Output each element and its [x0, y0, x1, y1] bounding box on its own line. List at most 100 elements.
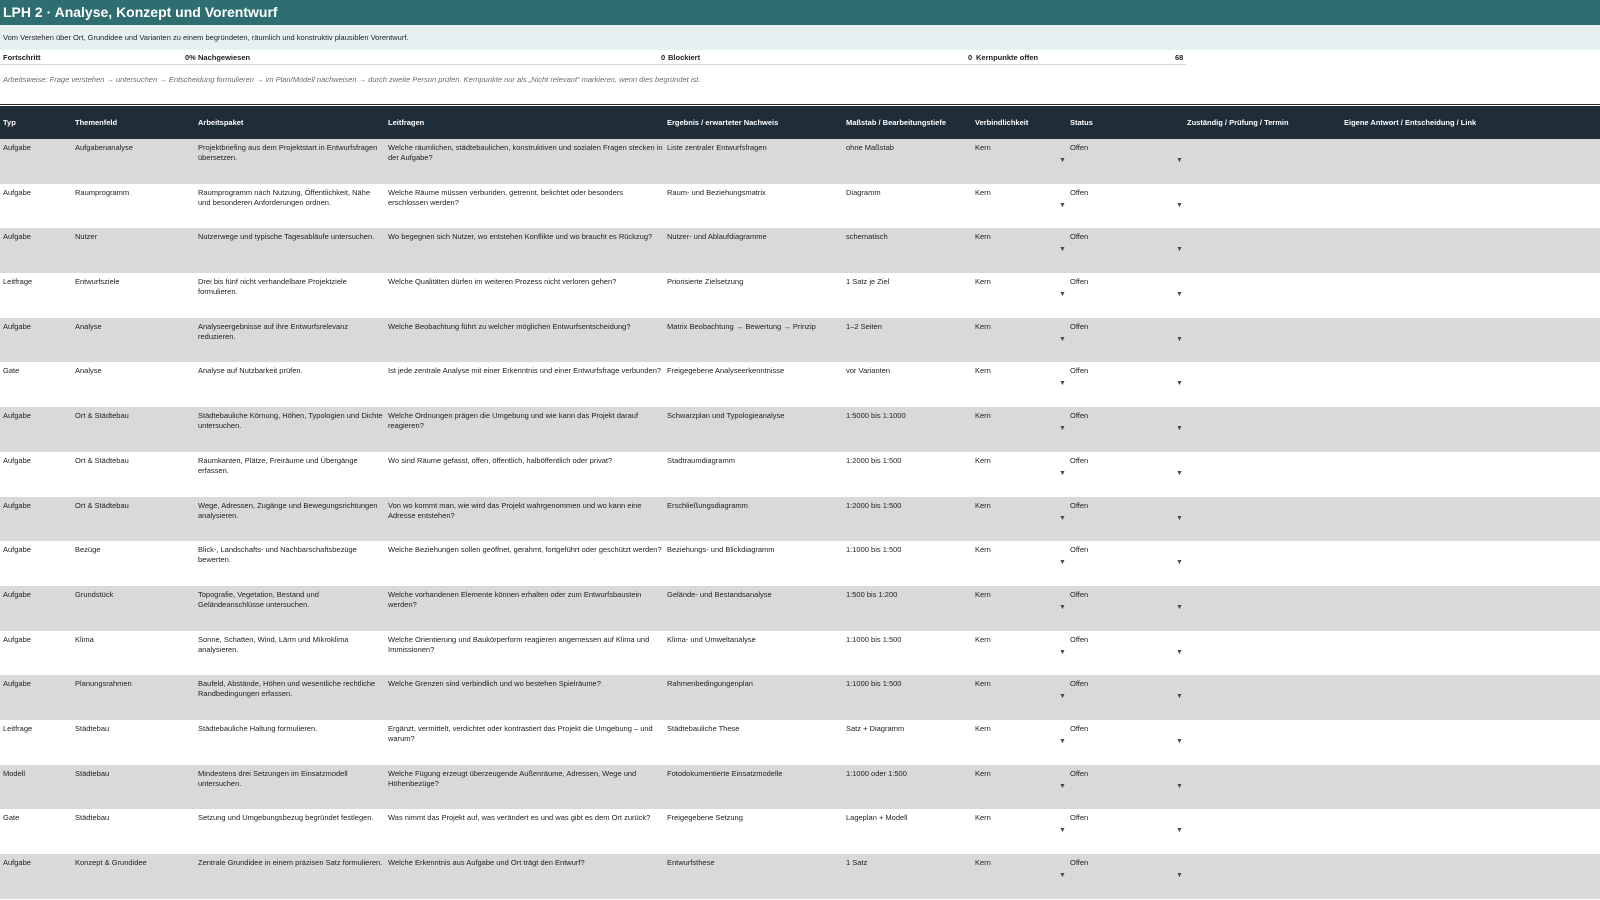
- table-row: Gate Städtebau Setzung und Umgebungsbezug …: [0, 809, 1600, 854]
- cell-arbeitspaket: Raumkanten, Plätze, Freiräume und Übergä…: [198, 455, 358, 475]
- cell-typ: Aufgabe: [3, 545, 31, 555]
- cell-leitfragen: Was nimmt das Projekt auf, was verändert…: [388, 813, 651, 823]
- chevron-down-icon[interactable]: ▼: [1059, 603, 1066, 613]
- cell-status[interactable]: Offen: [1070, 456, 1170, 466]
- cell-verbindlichkeit: Kern: [975, 589, 991, 599]
- chevron-down-icon[interactable]: ▼: [1059, 648, 1066, 658]
- chevron-down-icon[interactable]: ▼: [1176, 558, 1183, 568]
- kern-offen-label: Kernpunkte offen: [976, 53, 1039, 62]
- table-row: Aufgabe Bezüge Blick-, Landschafts- und Na…: [0, 541, 1600, 586]
- table-row: Aufgabe Aufgabenanalyse Projektbriefing au…: [0, 139, 1600, 184]
- cell-status[interactable]: Offen: [1070, 545, 1170, 555]
- cell-status[interactable]: Offen: [1070, 679, 1170, 689]
- chevron-down-icon[interactable]: ▼: [1059, 871, 1066, 881]
- cell-status[interactable]: Offen: [1070, 188, 1170, 198]
- chevron-down-icon[interactable]: ▼: [1176, 335, 1183, 345]
- cell-status[interactable]: Offen: [1070, 635, 1170, 645]
- chevron-down-icon[interactable]: ▼: [1176, 290, 1183, 300]
- chevron-down-icon[interactable]: ▼: [1176, 201, 1183, 211]
- cell-typ: Gate: [3, 813, 20, 823]
- chevron-down-icon[interactable]: ▼: [1176, 379, 1183, 389]
- chevron-down-icon[interactable]: ▼: [1176, 826, 1183, 836]
- cell-verbindlichkeit: Kern: [975, 455, 991, 465]
- cell-themenfeld: Konzept & Grundidee: [75, 858, 147, 867]
- cell-status[interactable]: Offen: [1070, 277, 1170, 287]
- sheet-title: LPH 2 · Analyse, Konzept und Vorentwurf: [0, 0, 1600, 25]
- col-header-verbindlichkeit[interactable]: Verbindlichkeit: [975, 106, 1028, 139]
- chevron-down-icon[interactable]: ▼: [1176, 782, 1183, 792]
- cell-leitfragen: Welche Beziehungen sollen geöffnet, gera…: [388, 545, 662, 555]
- cell-status[interactable]: Offen: [1070, 143, 1170, 153]
- cell-verbindlichkeit: Kern: [975, 768, 991, 778]
- chevron-down-icon[interactable]: ▼: [1176, 648, 1183, 658]
- cell-arbeitspaket: Sonne, Schatten, Wind, Lärm und Mikrokli…: [198, 634, 349, 654]
- cell-leitfragen: Von wo kommt man, wie wird das Projekt w…: [388, 500, 642, 520]
- cell-themenfeld: Ort & Städtebau: [75, 500, 129, 510]
- col-header-ergebnis[interactable]: Ergebnis / erwarteter Nachweis: [667, 106, 778, 139]
- col-header-arbeitspaket[interactable]: Arbeitspaket: [198, 106, 243, 139]
- chevron-down-icon[interactable]: ▼: [1176, 156, 1183, 166]
- cell-status[interactable]: Offen: [1070, 322, 1170, 332]
- cell-status[interactable]: Offen: [1070, 411, 1170, 421]
- table-row: Aufgabe Ort & Städtebau Wege, Adressen, Zu…: [0, 496, 1600, 542]
- chevron-down-icon[interactable]: ▼: [1059, 514, 1066, 524]
- chevron-down-icon[interactable]: ▼: [1176, 692, 1183, 702]
- cell-themenfeld: Klima: [75, 634, 94, 644]
- cell-arbeitspaket: Baufeld, Abstände, Höhen und wesentliche…: [198, 679, 376, 699]
- cell-status[interactable]: Offen: [1070, 858, 1170, 868]
- chevron-down-icon[interactable]: ▼: [1059, 201, 1066, 211]
- col-header-themenfeld[interactable]: Themenfeld: [75, 106, 117, 139]
- cell-status[interactable]: Offen: [1070, 769, 1170, 779]
- table-row: Gate Analyse Analyse auf Nutzbarkeit prüfe…: [0, 362, 1600, 407]
- cell-leitfragen: Wo begegnen sich Nutzer, wo entstehen Ko…: [388, 232, 653, 242]
- cell-ergebnis: Matrix Beobachtung → Bewertung → Prinzip: [667, 321, 816, 331]
- chevron-down-icon[interactable]: ▼: [1176, 245, 1183, 255]
- cell-status[interactable]: Offen: [1070, 232, 1170, 242]
- chevron-down-icon[interactable]: ▼: [1059, 469, 1066, 479]
- chevron-down-icon[interactable]: ▼: [1059, 692, 1066, 702]
- col-header-status[interactable]: Status: [1070, 106, 1093, 139]
- cell-arbeitspaket: Raumprogramm nach Nutzung, Öffentlichkei…: [198, 187, 371, 207]
- cell-status[interactable]: Offen: [1070, 590, 1170, 600]
- cell-typ: Aufgabe: [3, 858, 31, 867]
- chevron-down-icon[interactable]: ▼: [1059, 245, 1066, 255]
- cell-verbindlichkeit: Kern: [975, 858, 991, 867]
- chevron-down-icon[interactable]: ▼: [1059, 558, 1066, 568]
- cell-verbindlichkeit: Kern: [975, 321, 991, 331]
- chevron-down-icon[interactable]: ▼: [1176, 469, 1183, 479]
- chevron-down-icon[interactable]: ▼: [1059, 379, 1066, 389]
- col-header-massstab[interactable]: Maßstab / Bearbeitungstiefe: [846, 106, 946, 139]
- col-header-typ[interactable]: Typ: [3, 106, 16, 139]
- cell-typ: Aufgabe: [3, 321, 31, 331]
- cell-themenfeld: Städtebau: [75, 723, 110, 733]
- cell-massstab: 1:5000 bis 1:1000: [846, 411, 906, 421]
- cell-status[interactable]: Offen: [1070, 724, 1170, 734]
- chevron-down-icon[interactable]: ▼: [1059, 782, 1066, 792]
- chevron-down-icon[interactable]: ▼: [1059, 290, 1066, 300]
- col-header-leitfragen[interactable]: Leitfragen: [388, 106, 424, 139]
- chevron-down-icon[interactable]: ▼: [1059, 335, 1066, 345]
- cell-verbindlichkeit: Kern: [975, 187, 991, 197]
- chevron-down-icon[interactable]: ▼: [1059, 826, 1066, 836]
- col-header-antwort[interactable]: Eigene Antwort / Entscheidung / Link: [1344, 106, 1476, 139]
- chevron-down-icon[interactable]: ▼: [1059, 424, 1066, 434]
- cell-themenfeld: Analyse: [75, 321, 102, 331]
- cell-status[interactable]: Offen: [1070, 366, 1170, 376]
- cell-typ: Aufgabe: [3, 411, 31, 421]
- chevron-down-icon[interactable]: ▼: [1176, 424, 1183, 434]
- col-header-zustaendig[interactable]: Zuständig / Prüfung / Termin: [1187, 106, 1289, 139]
- cell-status[interactable]: Offen: [1070, 501, 1170, 511]
- cell-arbeitspaket: Städtebauliche Haltung formulieren.: [198, 723, 318, 733]
- cell-leitfragen: Welche räumlichen, städtebaulichen, kons…: [388, 143, 663, 162]
- table-row: Modell Städtebau Mindestens drei Setzungen…: [0, 764, 1600, 810]
- chevron-down-icon[interactable]: ▼: [1059, 737, 1066, 747]
- cell-status[interactable]: Offen: [1070, 813, 1170, 823]
- chevron-down-icon[interactable]: ▼: [1176, 871, 1183, 881]
- chevron-down-icon[interactable]: ▼: [1176, 603, 1183, 613]
- chevron-down-icon[interactable]: ▼: [1176, 737, 1183, 747]
- chevron-down-icon[interactable]: ▼: [1059, 156, 1066, 166]
- cell-typ: Aufgabe: [3, 589, 31, 599]
- chevron-down-icon[interactable]: ▼: [1176, 514, 1183, 524]
- cell-massstab: Satz + Diagramm: [846, 723, 905, 733]
- cell-typ: Aufgabe: [3, 187, 31, 197]
